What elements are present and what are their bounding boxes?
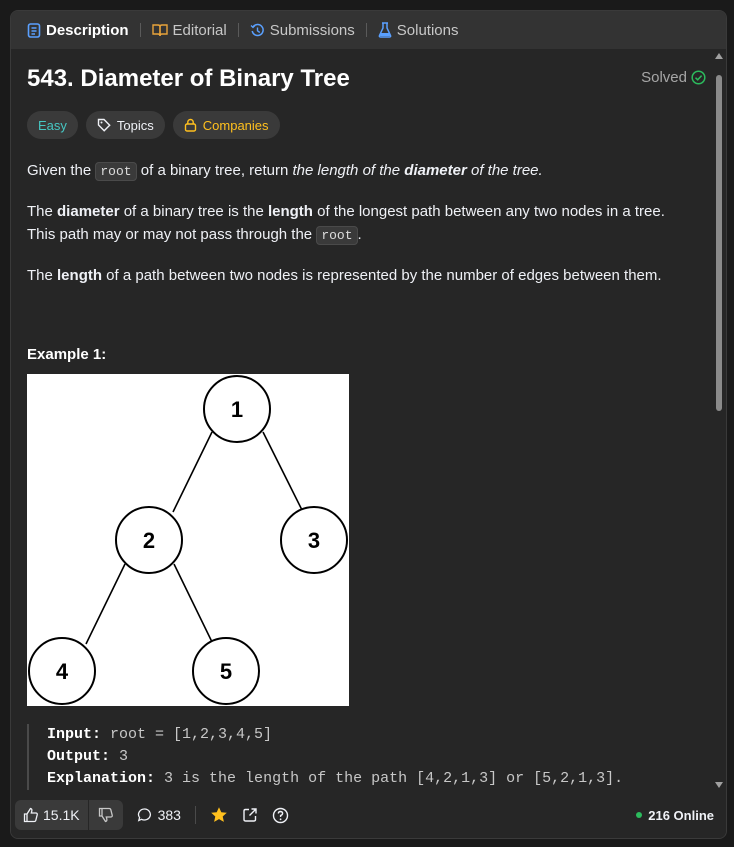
tree-node-label: 3 [308,528,320,553]
example-output-line: Output: 3 [47,746,707,768]
companies-label: Companies [202,117,269,133]
lock-icon [184,118,196,132]
tag-row: Easy Topics Companies [27,111,280,139]
footer-bar: 15.1K 383 216 Online [11,792,726,838]
scroll-up-arrow-icon[interactable] [715,53,723,59]
problem-panel: Description Editorial Submissions Soluti… [10,10,727,839]
footer-divider [194,806,196,824]
explanation-value: 3 is the length of the path [4,2,1,3] or… [164,770,624,787]
tab-label: Submissions [269,21,355,39]
text: the length of the [292,162,405,179]
tab-solutions[interactable]: Solutions [374,22,463,39]
tab-label: Solutions [396,21,459,39]
tag-icon [97,118,111,132]
star-icon [211,807,227,822]
check-circle-icon [691,70,706,85]
text: The [27,267,58,284]
input-label: Input: [47,726,102,743]
difficulty-label: Easy [38,117,67,133]
description-paragraph-1: Given the root of a binary tree, return … [27,159,697,183]
comment-icon [137,808,151,822]
inline-code: root [316,226,358,245]
example-io-block: Input: root = [1,2,3,4,5] Output: 3 Expl… [27,724,707,790]
tab-divider [365,23,367,37]
like-button[interactable]: 15.1K [15,800,89,830]
thumbs-down-icon [98,807,113,823]
thumbs-up-icon [23,807,38,823]
explanation-label: Explanation: [47,770,156,787]
solved-status: Solved [641,69,706,86]
tab-label: Editorial [172,21,227,39]
description-paragraph-3: The length of a path between two nodes i… [27,264,697,287]
tab-bar: Description Editorial Submissions Soluti… [11,11,726,49]
inline-code: root [95,162,137,181]
flask-icon [378,22,392,38]
document-icon [27,22,41,38]
dislike-button[interactable] [89,800,123,830]
tab-editorial[interactable]: Editorial [148,22,231,39]
example-title: Example 1: [27,346,107,363]
bold-text: diameter [404,162,467,179]
companies-button[interactable]: Companies [172,111,280,139]
emphasis-text: the length of the diameter of the tree. [293,162,543,179]
vote-group: 15.1K [15,800,123,830]
tree-node-label: 2 [143,528,155,553]
example-explanation-line: Explanation: 3 is the length of the path… [47,768,707,790]
online-count: 216 Online [648,807,714,823]
favorite-button[interactable] [210,806,228,824]
tab-divider [139,23,141,37]
text: Given the [27,162,96,179]
text: The [27,203,58,220]
online-indicator: 216 Online [636,792,714,838]
scroll-down-arrow-icon[interactable] [715,782,723,788]
example-tree-image: 1 2 3 4 5 [27,374,349,706]
description-content: 543. Diameter of Binary Tree Solved Easy… [11,49,712,792]
scrollbar-thumb[interactable] [716,75,722,411]
tree-node-label: 4 [56,659,69,684]
solved-label: Solved [641,69,687,86]
scrollbar[interactable] [713,49,725,792]
tab-label: Description [46,21,129,39]
tab-divider [237,23,239,37]
comment-count: 383 [157,807,181,823]
tree-edge [173,563,214,645]
bold-text: length [57,267,103,284]
tree-node-label: 5 [220,659,232,684]
tree-node-label: 1 [231,397,243,422]
text: of the tree. [466,162,543,179]
tree-edge [172,431,213,513]
tree-edge [85,563,126,645]
like-count: 15.1K [43,807,80,823]
book-icon [151,24,168,37]
binary-tree-diagram: 1 2 3 4 5 [28,375,348,705]
output-label: Output: [47,748,111,765]
topics-label: Topics [116,117,154,133]
question-circle-icon [272,807,289,823]
comments-button[interactable]: 383 [137,807,181,823]
bold-text: length [267,203,313,220]
tab-description[interactable]: Description [23,22,133,39]
output-value: 3 [119,748,129,765]
example-input-line: Input: root = [1,2,3,4,5] [47,724,707,746]
input-value: root = [1,2,3,4,5] [110,726,273,743]
difficulty-badge[interactable]: Easy [27,111,78,139]
share-button[interactable] [242,807,258,823]
problem-title: 543. Diameter of Binary Tree [27,65,350,92]
text: of a binary tree, return [136,162,293,179]
tree-edge [262,431,304,513]
topics-button[interactable]: Topics [85,111,165,139]
text: of a binary tree is the [119,203,268,220]
description-paragraph-2: The diameter of a binary tree is the len… [27,200,697,247]
text: . [357,226,362,243]
help-button[interactable] [272,807,289,824]
history-icon [250,23,264,36]
bold-text: diameter [57,203,120,220]
text: of a path between two nodes is represent… [102,267,662,284]
tab-submissions[interactable]: Submissions [246,22,359,39]
external-link-icon [243,808,257,822]
online-dot-icon [636,812,643,818]
